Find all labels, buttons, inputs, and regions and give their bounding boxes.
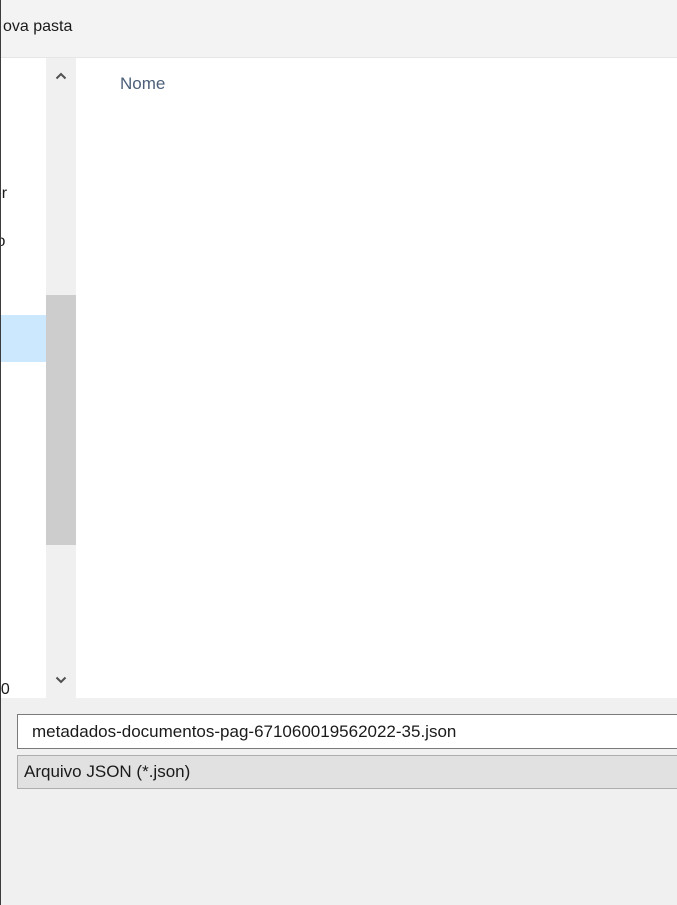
file-type-select[interactable]: Arquivo JSON (*.json) — [17, 755, 677, 789]
chevron-up-icon — [55, 72, 67, 80]
navigation-pane: dor lho D-0 — [1, 58, 46, 698]
file-name-input[interactable] — [17, 714, 677, 749]
nav-pane-scrollbar[interactable] — [46, 58, 76, 698]
nav-item[interactable]: dor — [1, 182, 46, 206]
column-header-name[interactable]: Nome — [120, 74, 165, 94]
chevron-down-icon — [55, 676, 67, 684]
file-list[interactable]: Nome — [76, 58, 677, 698]
nav-item[interactable]: D-0 — [1, 678, 46, 698]
scroll-down-button[interactable] — [46, 662, 76, 698]
scroll-thumb[interactable] — [46, 295, 76, 545]
new-folder-button[interactable]: ova pasta — [3, 18, 72, 36]
scroll-up-button[interactable] — [46, 58, 76, 94]
save-form-area: Arquivo JSON (*.json) — [1, 698, 677, 905]
nav-item-selected[interactable] — [1, 315, 46, 362]
toolbar: ova pasta — [1, 0, 677, 57]
nav-item[interactable]: lho — [1, 230, 46, 254]
